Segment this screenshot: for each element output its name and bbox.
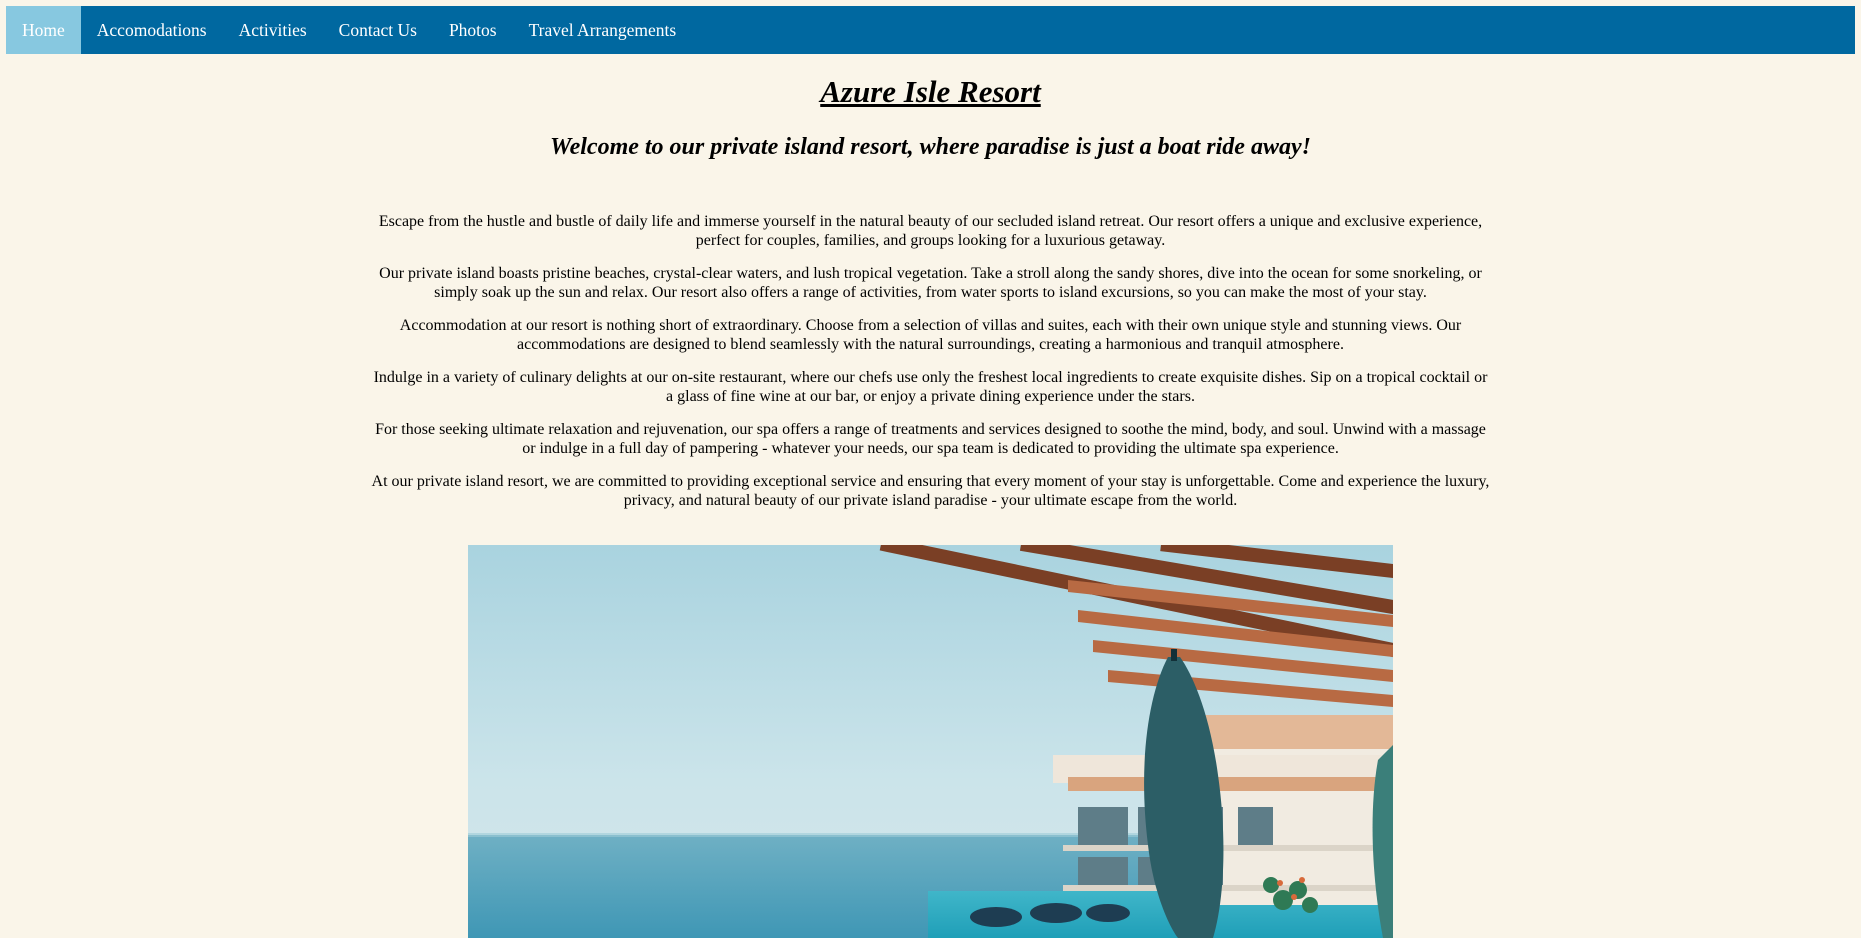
- resort-pool-illustration: [468, 545, 1393, 938]
- page: Home Accomodations Activities Contact Us…: [0, 0, 1861, 938]
- resort-pool-photo: [468, 545, 1393, 938]
- nav-item-home[interactable]: Home: [6, 6, 81, 54]
- nav-item-contact-us[interactable]: Contact Us: [323, 6, 433, 54]
- top-navigation: Home Accomodations Activities Contact Us…: [6, 6, 1855, 54]
- intro-paragraph-spa: For those seeking ultimate relaxation an…: [375, 421, 1486, 457]
- nav-item-photos[interactable]: Photos: [433, 6, 513, 54]
- intro-paragraph-dining: Indulge in a variety of culinary delight…: [373, 369, 1488, 405]
- nav-item-travel-arrangements[interactable]: Travel Arrangements: [513, 6, 693, 54]
- intro-paragraph-island: Our private island boasts pristine beach…: [379, 265, 1482, 301]
- intro-paragraph-accommodation: Accommodation at our resort is nothing s…: [399, 317, 1462, 353]
- nav-item-activities[interactable]: Activities: [223, 6, 323, 54]
- intro-content: Escape from the hustle and bustle of dai…: [370, 213, 1491, 525]
- page-tagline: Welcome to our private island resort, wh…: [550, 134, 1311, 160]
- nav-item-accomodations[interactable]: Accomodations: [81, 6, 223, 54]
- page-title: Azure Isle Resort: [820, 74, 1041, 109]
- intro-paragraph-closing: At our private island resort, we are com…: [371, 473, 1490, 509]
- intro-paragraph-escape: Escape from the hustle and bustle of dai…: [378, 213, 1483, 249]
